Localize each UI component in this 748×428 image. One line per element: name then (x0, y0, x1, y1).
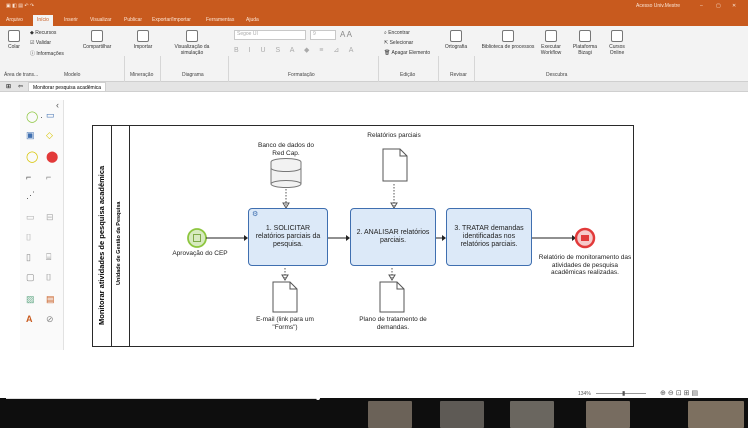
view-controls[interactable]: ⊕⊖⊡⊞▤ (660, 389, 700, 397)
start-event-label: Aprovação do CEP (172, 250, 228, 257)
task-solicitar[interactable]: ⚙ 1. SOLICITAR relatórios parciais da pe… (248, 208, 328, 266)
doc-top-label: Relatórios parciais (367, 132, 421, 139)
end-event-label: Relatório de monitoramento das atividade… (538, 254, 632, 276)
doc-plan-label: Plano de tratamento de demandas. (359, 316, 427, 331)
task-analisar[interactable]: 2. ANALISAR relatórios parciais. (350, 208, 436, 266)
message-icon (581, 235, 589, 241)
start-event[interactable] (187, 228, 207, 248)
datastore-label: Banco de dados do Red Cap. (257, 142, 315, 157)
task-tratar[interactable]: 3. TRATAR demandas identificadas nos rel… (446, 208, 532, 266)
doc-email-label: E-mail (link para um "Forms") (256, 316, 314, 331)
task-label: 1. SOLICITAR relatórios parciais da pesq… (255, 225, 321, 248)
gear-icon: ⚙ (252, 211, 259, 218)
zoom-slider[interactable] (596, 393, 646, 394)
progress-dot[interactable] (316, 396, 320, 400)
zoom-level: 134% (578, 391, 591, 397)
zoom-thumb[interactable]: ▮ (622, 390, 625, 397)
participant-thumbnail[interactable] (510, 401, 554, 428)
data-object-email[interactable] (272, 281, 298, 313)
task-label: 3. TRATAR demandas identificadas nos rel… (454, 225, 524, 248)
participant-thumbnail[interactable] (586, 401, 630, 428)
data-object-reports[interactable] (382, 148, 408, 182)
task-label: 2. ANALISAR relatórios parciais. (356, 229, 430, 244)
progress-line (6, 398, 316, 399)
data-object-plan[interactable] (379, 281, 405, 313)
participant-thumbnail[interactable] (440, 401, 484, 428)
participant-thumbnail[interactable] (368, 401, 412, 428)
participant-thumbnail[interactable] (688, 401, 744, 428)
